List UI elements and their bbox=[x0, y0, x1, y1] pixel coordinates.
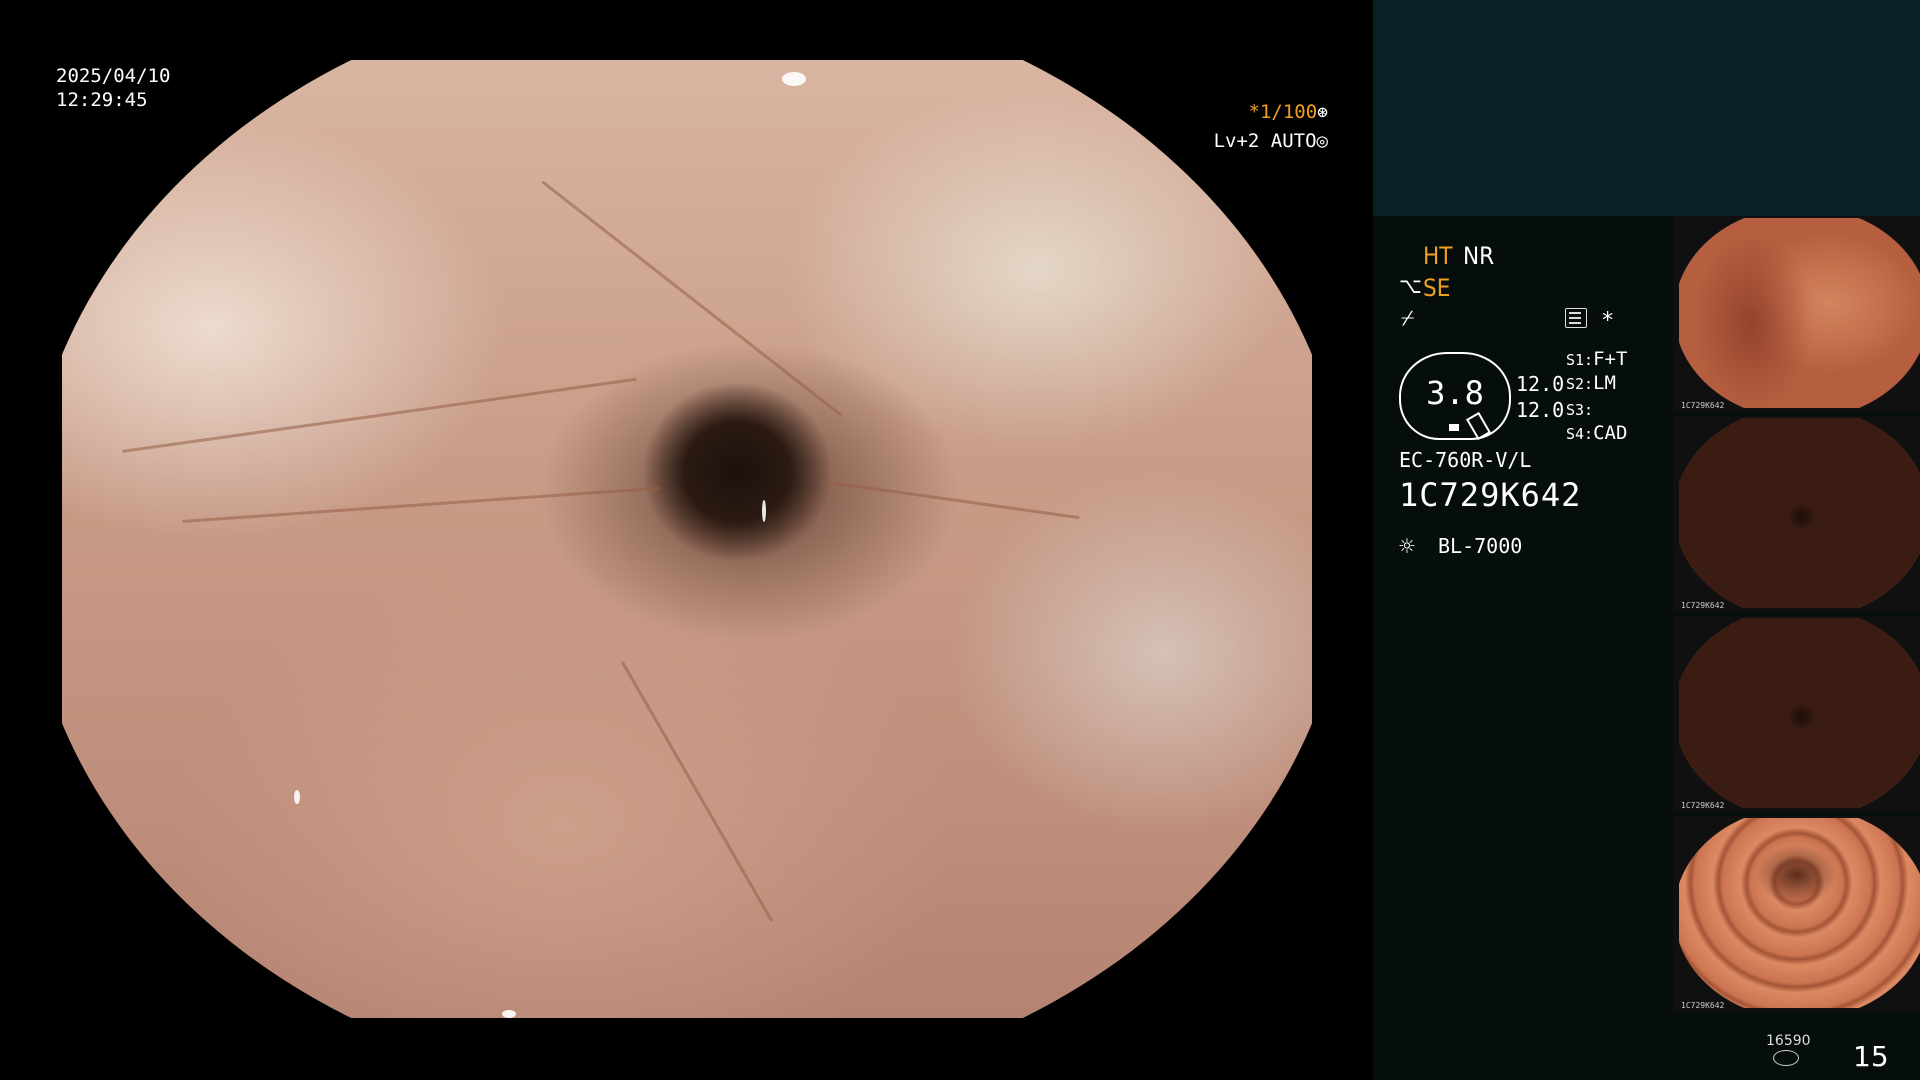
captured-image-thumbnail[interactable]: 1C729K642 bbox=[1673, 216, 1920, 412]
mode-se: SE bbox=[1423, 274, 1451, 302]
thumbnail-label: 1C729K642 bbox=[1681, 401, 1725, 410]
shutter-speed: *1/100 bbox=[1248, 101, 1318, 123]
captured-image-thumbnail[interactable]: 1C729K642 bbox=[1673, 816, 1920, 1012]
switch-s3: S3: bbox=[1566, 401, 1594, 419]
aperture-icon: ⊛ bbox=[1317, 102, 1328, 123]
endoscopic-image bbox=[62, 60, 1312, 1018]
captured-image-thumbnail[interactable]: 1C729K642 bbox=[1673, 416, 1920, 612]
light-reflection bbox=[782, 72, 806, 86]
zoom-badge: 3.8 bbox=[1399, 352, 1511, 441]
thumbnail-image bbox=[1679, 618, 1920, 808]
mucosal-fold bbox=[620, 660, 774, 923]
scope-settings: *1/100⊛ Lv+2 AUTO◎ bbox=[1214, 98, 1328, 155]
mucosal-fold bbox=[821, 480, 1080, 520]
switch-s2: S2:LM bbox=[1566, 372, 1616, 394]
freeze-icon: ⌿ bbox=[1401, 306, 1415, 331]
scope-icon: ⌥ bbox=[1399, 274, 1422, 299]
mode-nr: NR bbox=[1463, 242, 1495, 270]
zoom-lever-icon bbox=[1466, 411, 1491, 441]
captured-image-thumbnail[interactable]: 1C729K642 bbox=[1673, 616, 1920, 812]
light-reflection bbox=[502, 1010, 516, 1018]
zoom-value: 3.8 bbox=[1426, 374, 1484, 412]
star-icon: ∗ bbox=[1601, 304, 1615, 329]
image-count: 15 bbox=[1853, 1040, 1889, 1073]
thumbnail-image bbox=[1679, 218, 1920, 408]
mucosal-fold bbox=[121, 377, 638, 453]
switch-s4: S4:CAD bbox=[1566, 422, 1628, 444]
mode-ht: HT bbox=[1423, 242, 1453, 270]
scope-serial: 1C729K642 bbox=[1399, 476, 1582, 514]
setting-value: 12.0 bbox=[1516, 372, 1565, 396]
time-text: 12:29:45 bbox=[56, 89, 148, 111]
thumbnail-image bbox=[1679, 818, 1920, 1008]
level-text: Lv+2 AUTO bbox=[1213, 130, 1317, 152]
level-row: Lv+2 AUTO◎ bbox=[1214, 127, 1328, 155]
menu-icon bbox=[1565, 308, 1587, 328]
date-text: 2025/04/10 bbox=[56, 65, 171, 87]
scope-info: HT NR ⌥ SE ⌿ ∗ 3.8 12.0 12.0 S1:F+T S2:L… bbox=[1373, 216, 1673, 1080]
datetime: 2025/04/10 12:29:45 bbox=[56, 64, 170, 112]
shutter-row: *1/100⊛ bbox=[1214, 98, 1328, 127]
endoscope-view: 2025/04/10 12:29:45 *1/100⊛ Lv+2 AUTO◎ bbox=[0, 0, 1373, 1080]
light-reflection bbox=[762, 500, 766, 522]
mucosal-fold bbox=[541, 180, 843, 417]
light-icon: ☼ bbox=[1399, 532, 1415, 562]
mucosal-fold bbox=[181, 486, 661, 523]
thumbnail-label: 1C729K642 bbox=[1681, 1001, 1725, 1010]
light-reflection bbox=[294, 790, 300, 804]
scope-model: EC-760R-V/L bbox=[1399, 448, 1532, 472]
side-panel: HT NR ⌥ SE ⌿ ∗ 3.8 12.0 12.0 S1:F+T S2:L… bbox=[1373, 0, 1920, 1080]
thumbnail-image bbox=[1679, 418, 1920, 608]
setting-value: 12.0 bbox=[1516, 398, 1565, 422]
switch-s1: S1:F+T bbox=[1566, 348, 1628, 370]
thumbnail-label: 1C729K642 bbox=[1681, 801, 1725, 810]
panel-header-area bbox=[1373, 0, 1920, 216]
zoom-marker bbox=[1449, 424, 1459, 431]
storage-icon bbox=[1773, 1050, 1799, 1066]
thumbnail-label: 1C729K642 bbox=[1681, 601, 1725, 610]
storage-count: 16590 bbox=[1766, 1033, 1811, 1049]
light-source: BL-7000 bbox=[1438, 534, 1523, 558]
iris-icon: ◎ bbox=[1316, 130, 1328, 152]
